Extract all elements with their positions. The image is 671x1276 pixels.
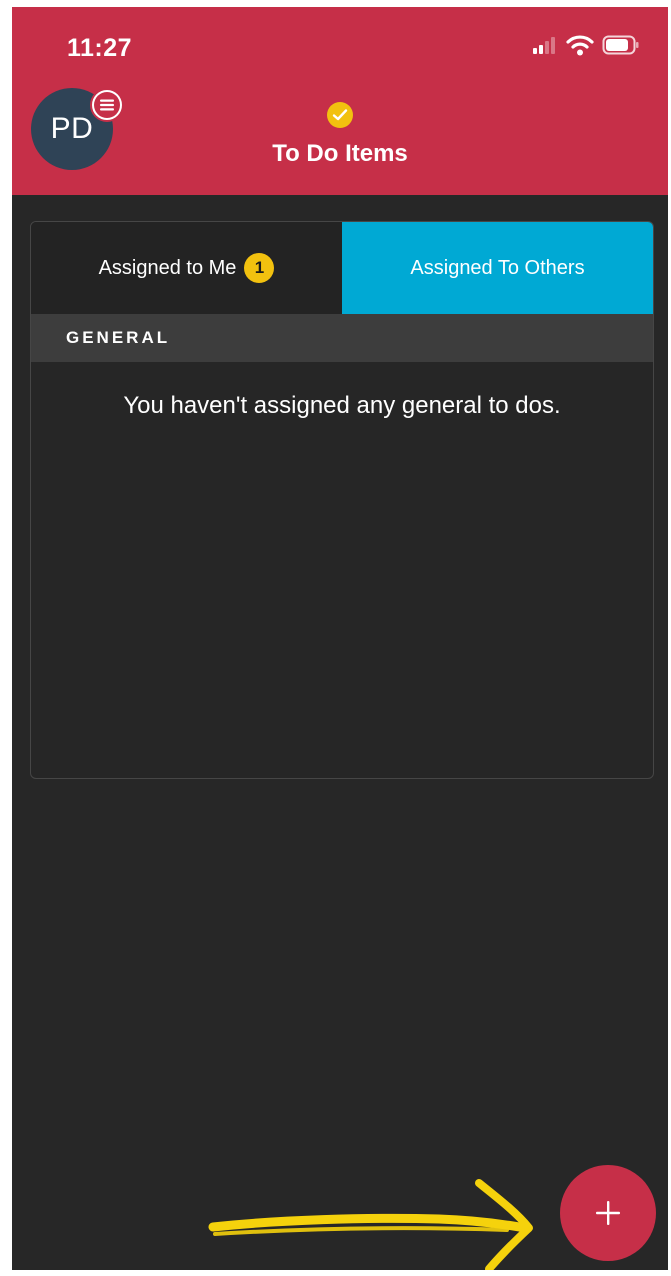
check-circle-icon: [327, 102, 353, 128]
plus-icon: [596, 1201, 620, 1225]
page-title: To Do Items: [272, 140, 408, 167]
hamburger-menu-icon: [94, 92, 120, 118]
battery-icon: [602, 35, 640, 60]
tab-label: Assigned to Me: [98, 256, 237, 279]
todo-card: Assigned to Me 1 Assigned To Others GENE…: [30, 221, 654, 779]
tab-bar: Assigned to Me 1 Assigned To Others: [31, 222, 653, 314]
menu-button[interactable]: [90, 88, 124, 122]
empty-state-message: You haven't assigned any general to dos.: [123, 392, 561, 419]
tab-assigned-to-me[interactable]: Assigned to Me 1: [31, 222, 342, 314]
status-icons: [532, 34, 640, 61]
hand-drawn-arrow-icon: [208, 1179, 533, 1270]
section-header: GENERAL: [31, 314, 653, 362]
signal-bars-icon: [532, 36, 558, 59]
count-badge: 1: [244, 253, 275, 283]
status-time: 11:27: [67, 34, 133, 62]
add-todo-button[interactable]: [560, 1165, 656, 1261]
phone-screen: 11:27 PD To Do Items Assigned to Me 1 As…: [12, 7, 668, 1270]
tab-assigned-to-others[interactable]: Assigned To Others: [342, 222, 653, 314]
wifi-icon: [566, 34, 594, 61]
tab-label: Assigned To Others: [410, 256, 585, 279]
app-header: 11:27 PD To Do Items: [12, 7, 668, 195]
